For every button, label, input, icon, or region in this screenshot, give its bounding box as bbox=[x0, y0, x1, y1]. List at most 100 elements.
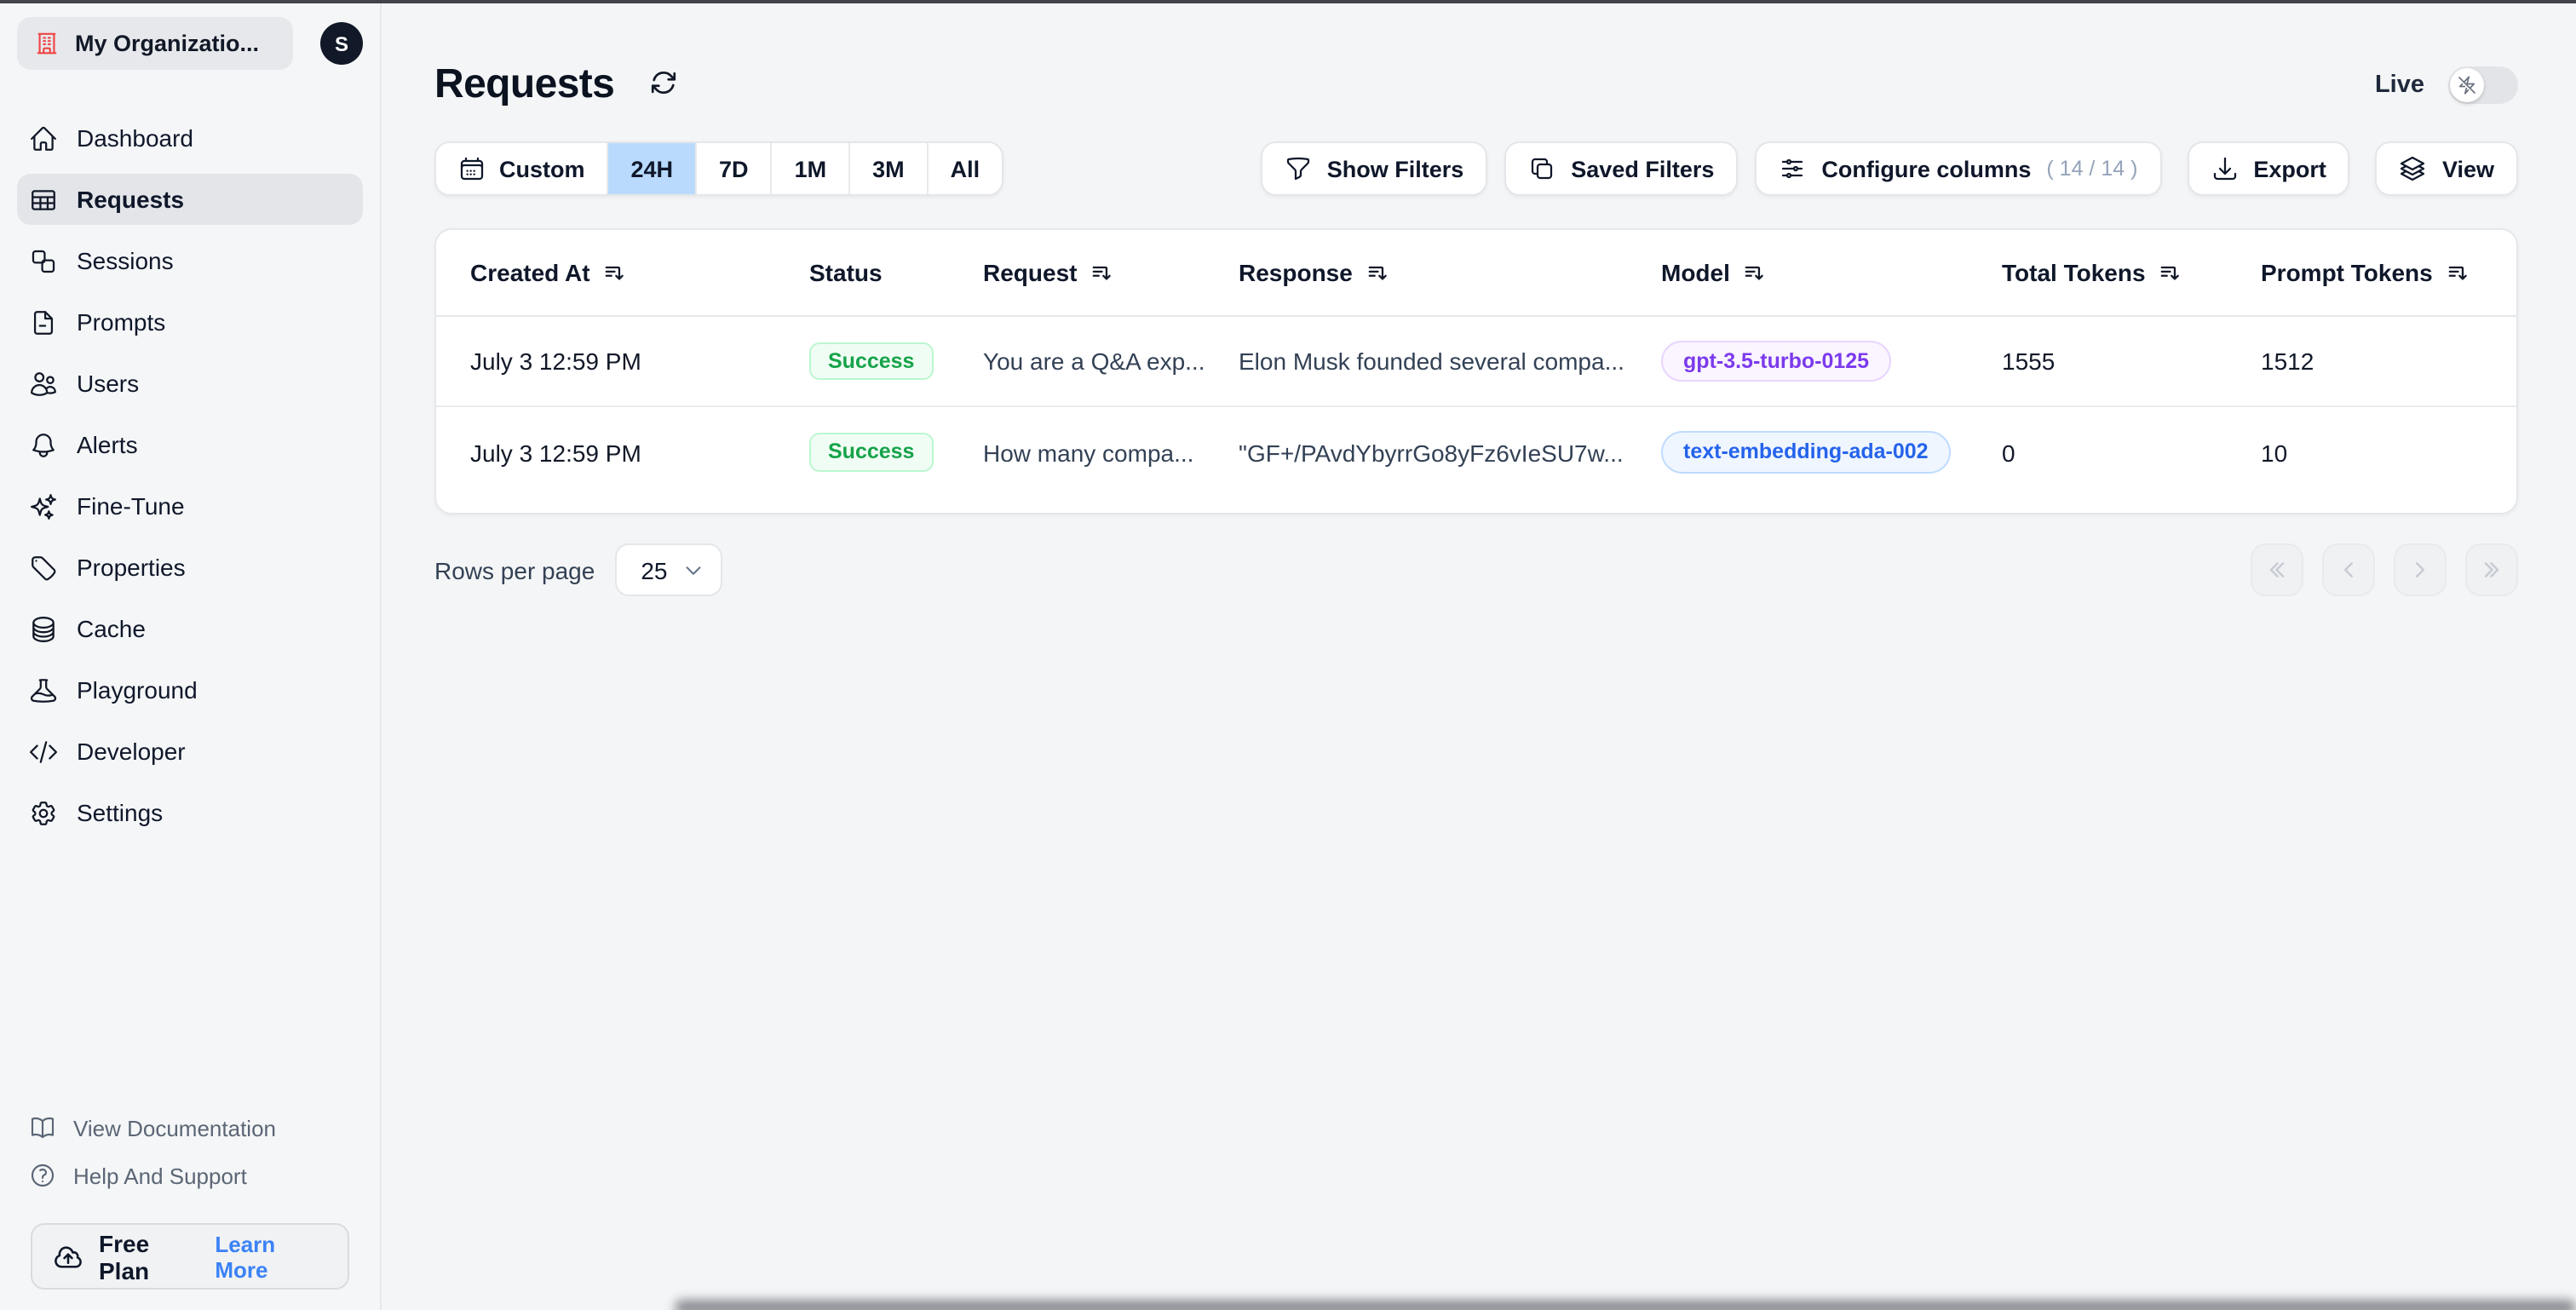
sidebar-item-cache[interactable]: Cache bbox=[17, 603, 363, 654]
refresh-button[interactable] bbox=[645, 64, 681, 105]
column-header-request[interactable]: Request bbox=[983, 259, 1239, 286]
time-range-custom[interactable]: Custom bbox=[436, 143, 609, 194]
live-toggle[interactable] bbox=[2448, 66, 2518, 103]
column-header-status: Status bbox=[809, 259, 883, 286]
title-row: Requests Live bbox=[434, 58, 2518, 111]
configure-columns-button[interactable]: Configure columns ( 14 / 14 ) bbox=[1755, 141, 2162, 196]
chevron-left-icon bbox=[2337, 559, 2360, 581]
view-button[interactable]: View bbox=[2375, 141, 2518, 196]
plan-card[interactable]: Free Plan Learn More bbox=[31, 1223, 349, 1290]
sidebar-item-label: Playground bbox=[77, 676, 198, 704]
layers-icon bbox=[2400, 155, 2427, 182]
table-row[interactable]: July 3 12:59 PM Success You are a Q&A ex… bbox=[436, 317, 2516, 407]
sliders-icon bbox=[1779, 155, 1806, 182]
sidebar-item-settings[interactable]: Settings bbox=[17, 787, 363, 838]
column-header-total-tokens[interactable]: Total Tokens bbox=[2002, 259, 2261, 286]
toolbar-right: Show Filters Saved Filters Configure col… bbox=[1260, 141, 2518, 196]
help-support-link[interactable]: Help And Support bbox=[17, 1152, 363, 1199]
sessions-icon bbox=[29, 246, 58, 275]
sort-icon bbox=[1090, 261, 1113, 284]
sidebar-item-fine-tune[interactable]: Fine-Tune bbox=[17, 480, 363, 531]
refresh-icon bbox=[648, 67, 677, 96]
rows-per-page-select[interactable]: 25 bbox=[615, 543, 722, 596]
cell-prompt-tokens: 1512 bbox=[2261, 348, 2314, 375]
toolbar: Custom 24H 7D 1M 3M All Show Filters Sav… bbox=[434, 141, 2518, 196]
footer-link-label: View Documentation bbox=[73, 1115, 276, 1141]
rows-per-page-value: 25 bbox=[641, 556, 668, 583]
sidebar-item-alerts[interactable]: Alerts bbox=[17, 419, 363, 470]
sidebar-item-users[interactable]: Users bbox=[17, 358, 363, 409]
sidebar-item-label: Sessions bbox=[77, 247, 174, 274]
table-row[interactable]: July 3 12:59 PM Success How many compa..… bbox=[436, 407, 2516, 497]
column-header-response[interactable]: Response bbox=[1239, 259, 1661, 286]
sidebar-item-requests[interactable]: Requests bbox=[17, 174, 363, 225]
user-avatar[interactable]: S bbox=[320, 22, 363, 65]
sort-icon bbox=[2159, 261, 2182, 284]
copy-icon bbox=[1528, 155, 1555, 182]
time-range-7d[interactable]: 7D bbox=[697, 143, 773, 194]
cloud-upload-icon bbox=[53, 1241, 83, 1272]
show-filters-button[interactable]: Show Filters bbox=[1260, 141, 1488, 196]
view-documentation-link[interactable]: View Documentation bbox=[17, 1104, 363, 1152]
time-range-label: Custom bbox=[499, 156, 585, 181]
sidebar-item-playground[interactable]: Playground bbox=[17, 664, 363, 715]
cell-model: gpt-3.5-turbo-0125 bbox=[1661, 340, 2002, 382]
table-icon bbox=[29, 185, 58, 214]
sidebar-item-developer[interactable]: Developer bbox=[17, 726, 363, 777]
next-page-button[interactable] bbox=[2394, 543, 2447, 596]
time-range-24h[interactable]: 24H bbox=[608, 143, 698, 194]
last-page-button[interactable] bbox=[2465, 543, 2518, 596]
time-range-selector: Custom 24H 7D 1M 3M All bbox=[434, 141, 1004, 196]
column-header-prompt-tokens[interactable]: Prompt Tokens bbox=[2261, 259, 2516, 286]
sidebar-item-dashboard[interactable]: Dashboard bbox=[17, 112, 363, 164]
sidebar-item-label: Dashboard bbox=[77, 124, 193, 152]
learn-more-link[interactable]: Learn More bbox=[215, 1231, 327, 1282]
sort-icon bbox=[1366, 261, 1389, 284]
footer-link-label: Help And Support bbox=[73, 1163, 247, 1188]
configure-columns-count: ( 14 / 14 ) bbox=[2046, 157, 2138, 181]
cell-request: How many compa... bbox=[983, 439, 1194, 466]
chevron-right-icon bbox=[2409, 559, 2431, 581]
time-range-1m[interactable]: 1M bbox=[772, 143, 851, 194]
window-bottom-shadow bbox=[675, 1300, 2576, 1310]
sidebar-item-label: Properties bbox=[77, 554, 186, 581]
show-filters-label: Show Filters bbox=[1326, 156, 1464, 181]
sidebar-item-label: Cache bbox=[77, 615, 146, 642]
main-content: Requests Live Custom 24H 7D 1M 3M All Sh… bbox=[382, 0, 2576, 1310]
calendar-icon bbox=[458, 155, 486, 182]
requests-table: Created At Status Request Response Model bbox=[434, 228, 2518, 514]
live-label: Live bbox=[2374, 71, 2424, 98]
home-icon bbox=[29, 124, 58, 152]
chevron-down-icon bbox=[683, 560, 704, 580]
export-label: Export bbox=[2253, 156, 2326, 181]
sort-icon bbox=[2447, 261, 2469, 284]
sidebar-nav: Dashboard Requests Sessions Prompts User… bbox=[17, 112, 363, 838]
page-title: Requests bbox=[434, 60, 615, 106]
sidebar-item-properties[interactable]: Properties bbox=[17, 542, 363, 593]
cell-status: Success bbox=[809, 342, 983, 381]
sidebar-item-label: Settings bbox=[77, 799, 164, 826]
pagination-row: Rows per page 25 bbox=[434, 543, 2518, 596]
sidebar: My Organizatio... S Dashboard Requests S… bbox=[0, 0, 382, 1310]
funnel-icon bbox=[1285, 155, 1312, 182]
saved-filters-button[interactable]: Saved Filters bbox=[1504, 141, 1739, 196]
column-header-model[interactable]: Model bbox=[1661, 259, 2002, 286]
time-range-all[interactable]: All bbox=[928, 143, 1003, 194]
org-switcher[interactable]: My Organizatio... bbox=[17, 17, 293, 70]
beaker-icon bbox=[29, 675, 58, 704]
document-icon bbox=[29, 307, 58, 336]
sidebar-item-sessions[interactable]: Sessions bbox=[17, 235, 363, 286]
sidebar-item-label: Requests bbox=[77, 186, 185, 213]
bell-icon bbox=[29, 430, 58, 459]
cell-prompt-tokens: 10 bbox=[2261, 439, 2288, 466]
users-icon bbox=[29, 369, 58, 398]
export-button[interactable]: Export bbox=[2187, 141, 2350, 196]
previous-page-button[interactable] bbox=[2322, 543, 2375, 596]
sort-icon bbox=[604, 261, 626, 284]
column-header-created-at[interactable]: Created At bbox=[470, 259, 809, 286]
first-page-button[interactable] bbox=[2251, 543, 2303, 596]
sidebar-item-label: Fine-Tune bbox=[77, 492, 185, 520]
cell-created-at: July 3 12:59 PM bbox=[470, 439, 641, 466]
sidebar-item-prompts[interactable]: Prompts bbox=[17, 296, 363, 348]
time-range-3m[interactable]: 3M bbox=[850, 143, 929, 194]
